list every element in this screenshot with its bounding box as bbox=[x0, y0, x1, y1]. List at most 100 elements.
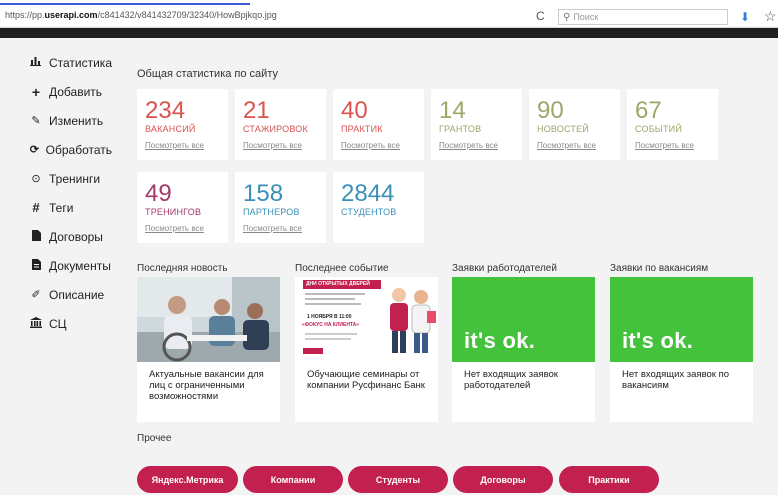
reload-icon[interactable]: C bbox=[536, 9, 545, 23]
vacancy-requests-card: it's ok. Нет входящих заявок по вакансия… bbox=[610, 277, 753, 422]
stat-label: СТУДЕНТОВ bbox=[341, 207, 397, 217]
latest-news-title: Последняя новость bbox=[137, 263, 228, 274]
poster-text-line bbox=[305, 338, 351, 340]
stat-value: 67 bbox=[635, 97, 662, 124]
view-all-link[interactable]: Посмотреть все bbox=[341, 141, 400, 150]
practices-button[interactable]: Практики bbox=[559, 466, 659, 493]
search-input[interactable]: ⚲ Поиск bbox=[558, 9, 728, 25]
sidebar-item-label: Изменить bbox=[49, 113, 104, 128]
sidebar-item-label: Тренинги bbox=[49, 171, 101, 186]
file-icon bbox=[28, 229, 44, 244]
stat-value: 40 bbox=[341, 97, 368, 124]
latest-event-card[interactable]: ДНИ ОТКРЫТЫХ ДВЕРЕЙ 1 НОЯБРЯ В 11:00 «ФО… bbox=[295, 277, 438, 422]
latest-news-card[interactable]: Актуальные вакансии для лиц с ограниченн… bbox=[137, 277, 280, 422]
stat-card-trainings: 49 ТРЕНИНГОВ Посмотреть все bbox=[137, 172, 228, 243]
stat-value: 90 bbox=[537, 97, 564, 124]
stat-card-news: 90 НОВОСТЕЙ Посмотреть все bbox=[529, 89, 620, 160]
news-caption[interactable]: Актуальные вакансии для лиц с ограниченн… bbox=[137, 362, 280, 402]
url-text[interactable]: https://pp.userapi.com/c841432/v84143270… bbox=[5, 10, 277, 20]
stat-label: ТРЕНИНГОВ bbox=[145, 207, 202, 217]
sidebar-item-label: Договоры bbox=[49, 229, 103, 244]
view-all-link[interactable]: Посмотреть все bbox=[145, 141, 204, 150]
sidebar-item-edit[interactable]: ✎ Изменить bbox=[20, 106, 112, 135]
sidebar-item-description[interactable]: ✐ Описание bbox=[20, 280, 112, 309]
stat-label: СОБЫТИЙ bbox=[635, 124, 683, 134]
sidebar-item-add[interactable]: + Добавить bbox=[20, 77, 112, 106]
news-photo[interactable] bbox=[137, 277, 280, 362]
poster-text-line bbox=[305, 298, 355, 300]
stat-card-events: 67 СОБЫТИЙ Посмотреть все bbox=[627, 89, 718, 160]
students-button[interactable]: Студенты bbox=[348, 466, 448, 493]
sidebar-item-label: Статистика bbox=[48, 55, 112, 70]
sidebar-item-process[interactable]: ⟳ Обработать bbox=[20, 135, 112, 164]
companies-button[interactable]: Компании bbox=[243, 466, 343, 493]
view-all-link[interactable]: Посмотреть все bbox=[243, 141, 302, 150]
sidebar-item-tags[interactable]: # Теги bbox=[20, 193, 112, 222]
page-title: Общая статистика по сайту bbox=[137, 68, 278, 80]
poster-text-line bbox=[305, 333, 357, 335]
plus-icon: + bbox=[31, 83, 41, 100]
ok-banner: it's ok. bbox=[452, 277, 595, 362]
stat-card-practices: 40 ПРАКТИК Посмотреть все bbox=[333, 89, 424, 160]
yandex-metrika-button[interactable]: Яндекс.Метрика bbox=[137, 466, 238, 493]
sidebar-item-contracts[interactable]: Договоры bbox=[20, 222, 112, 251]
download-icon[interactable]: ⬇ bbox=[740, 10, 750, 24]
edit-icon: ✎ bbox=[31, 115, 41, 127]
stat-label: ПРАКТИК bbox=[341, 124, 383, 134]
employer-requests-card: it's ok. Нет входящих заявок работодател… bbox=[452, 277, 595, 422]
contracts-button[interactable]: Договоры bbox=[453, 466, 553, 493]
stat-label: ПАРТНЕРОВ bbox=[243, 207, 300, 217]
sidebar: Статистика + Добавить ✎ Изменить ⟳ Обраб… bbox=[20, 48, 112, 338]
view-all-link[interactable]: Посмотреть все bbox=[145, 224, 204, 233]
view-all-link[interactable]: Посмотреть все bbox=[439, 141, 498, 150]
sidebar-item-label: Обработать bbox=[45, 142, 112, 157]
employer-requests-caption: Нет входящих заявок работодателей bbox=[464, 369, 558, 391]
event-caption[interactable]: Обучающие семинары от компании Русфинанс… bbox=[295, 362, 438, 391]
other-section-title: Прочее bbox=[137, 433, 172, 444]
vacancy-requests-title: Заявки по вакансиям bbox=[610, 263, 709, 274]
stat-card-partners: 158 ПАРТНЕРОВ Посмотреть все bbox=[235, 172, 326, 243]
link-underline[interactable] bbox=[0, 3, 250, 5]
sidebar-item-label: Добавить bbox=[49, 84, 103, 99]
poster-text-line bbox=[305, 303, 361, 305]
stat-value: 21 bbox=[243, 97, 270, 124]
pencil-icon: ✐ bbox=[31, 289, 41, 301]
view-all-link[interactable]: Посмотреть все bbox=[243, 224, 302, 233]
stat-value: 49 bbox=[145, 180, 172, 207]
star-icon[interactable]: ☆ bbox=[764, 8, 777, 25]
view-all-link[interactable]: Посмотреть все bbox=[537, 141, 596, 150]
stat-card-grants: 14 ГРАНТОВ Посмотреть все bbox=[431, 89, 522, 160]
refresh-icon: ⟳ bbox=[29, 144, 39, 156]
document-icon bbox=[28, 258, 44, 273]
sidebar-item-trainings[interactable]: ⊙ Тренинги bbox=[20, 164, 112, 193]
poster-illustration bbox=[390, 288, 436, 353]
vacancy-requests-caption: Нет входящих заявок по вакансиям bbox=[622, 369, 730, 391]
stat-label: ВАКАНСИЙ bbox=[145, 124, 196, 134]
ok-banner: it's ok. bbox=[610, 277, 753, 362]
sidebar-item-documents[interactable]: Документы bbox=[20, 251, 112, 280]
stat-value: 234 bbox=[145, 97, 186, 124]
address-bar[interactable]: https://pp.userapi.com/c841432/v84143270… bbox=[0, 6, 778, 28]
poster-title: «ФОКУС НА КЛИЕНТА» bbox=[302, 322, 360, 328]
ok-text: it's ok. bbox=[464, 328, 536, 353]
clock-icon: ⊙ bbox=[31, 173, 41, 185]
ok-text: it's ok. bbox=[622, 328, 694, 353]
hash-icon: # bbox=[32, 200, 40, 215]
stat-label: НОВОСТЕЙ bbox=[537, 124, 589, 134]
sidebar-item-label: Теги bbox=[49, 200, 74, 215]
stat-card-vacancies: 234 ВАКАНСИЙ Посмотреть все bbox=[137, 89, 228, 160]
bank-icon bbox=[28, 316, 44, 331]
poster-text-line bbox=[305, 293, 365, 295]
sidebar-item-statistics[interactable]: Статистика bbox=[20, 48, 112, 77]
sidebar-item-label: СЦ bbox=[49, 316, 67, 331]
event-poster[interactable]: ДНИ ОТКРЫТЫХ ДВЕРЕЙ 1 НОЯБРЯ В 11:00 «ФО… bbox=[295, 277, 438, 362]
stat-label: СТАЖИРОВОК bbox=[243, 124, 308, 134]
sidebar-item-sc[interactable]: СЦ bbox=[20, 309, 112, 338]
bar-chart-icon bbox=[28, 56, 44, 69]
latest-event-title: Последнее событие bbox=[295, 263, 389, 274]
view-all-link[interactable]: Посмотреть все bbox=[635, 141, 694, 150]
poster-headline: ДНИ ОТКРЫТЫХ ДВЕРЕЙ bbox=[303, 280, 381, 289]
site-header-bar bbox=[0, 28, 778, 38]
stat-value: 2844 bbox=[341, 180, 395, 207]
stat-card-internships: 21 СТАЖИРОВОК Посмотреть все bbox=[235, 89, 326, 160]
